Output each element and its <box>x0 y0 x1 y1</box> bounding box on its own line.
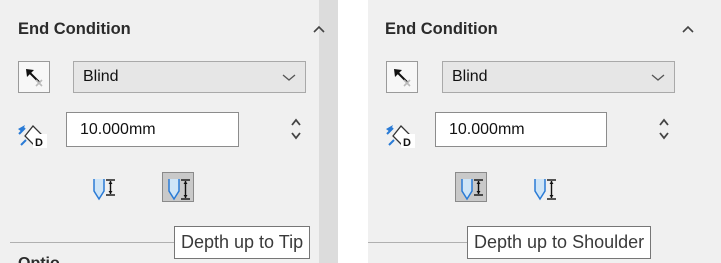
depth-input[interactable]: 10.000mm <box>66 112 239 147</box>
direction-arrow-icon <box>394 69 411 87</box>
depth-to-tip-icon <box>93 179 115 201</box>
options-section-title: Optio <box>18 255 60 263</box>
tooltip: Depth up to Shoulder <box>467 226 652 259</box>
chevron-up-icon[interactable] <box>681 24 695 34</box>
end-condition-panel-left: End Condition Blind D 10.000mm Depth up … <box>0 0 338 263</box>
depth-dimension-icon: D <box>386 125 415 149</box>
depth-to-tip-button[interactable] <box>455 172 487 202</box>
section-divider <box>368 242 478 243</box>
end-condition-panel-right: End Condition Blind D 10.000mm Depth up … <box>368 0 721 263</box>
svg-text:D: D <box>35 137 43 149</box>
spinner-arrows-icon[interactable] <box>658 116 670 142</box>
section-title: End Condition <box>385 20 498 38</box>
scrollbar[interactable] <box>319 0 338 263</box>
depth-dimension-icon: D <box>18 125 47 149</box>
depth-to-shoulder-button[interactable] <box>162 172 194 202</box>
section-title: End Condition <box>18 20 131 38</box>
end-condition-select[interactable]: Blind <box>73 61 306 93</box>
end-condition-value: Blind <box>452 68 488 85</box>
depth-to-shoulder-button[interactable] <box>528 172 560 202</box>
reverse-direction-button[interactable] <box>18 61 50 93</box>
chevron-up-icon[interactable] <box>312 24 326 34</box>
reverse-direction-button[interactable] <box>386 61 418 93</box>
end-condition-select[interactable]: Blind <box>442 61 675 93</box>
depth-value: 10.000mm <box>449 121 525 138</box>
depth-value: 10.000mm <box>80 121 156 138</box>
section-divider <box>10 242 180 243</box>
spinner-arrows-icon[interactable] <box>290 116 302 142</box>
tooltip: Depth up to Tip <box>174 226 311 259</box>
depth-to-tip-icon <box>461 179 483 201</box>
depth-to-tip-button[interactable] <box>87 172 119 202</box>
direction-arrow-icon <box>26 69 43 87</box>
chevron-down-icon <box>282 74 296 81</box>
depth-to-shoulder-icon <box>168 179 190 201</box>
svg-text:D: D <box>403 137 411 149</box>
depth-to-shoulder-icon <box>534 179 556 201</box>
chevron-down-icon <box>651 74 665 81</box>
end-condition-value: Blind <box>83 68 119 85</box>
depth-input[interactable]: 10.000mm <box>435 112 607 147</box>
